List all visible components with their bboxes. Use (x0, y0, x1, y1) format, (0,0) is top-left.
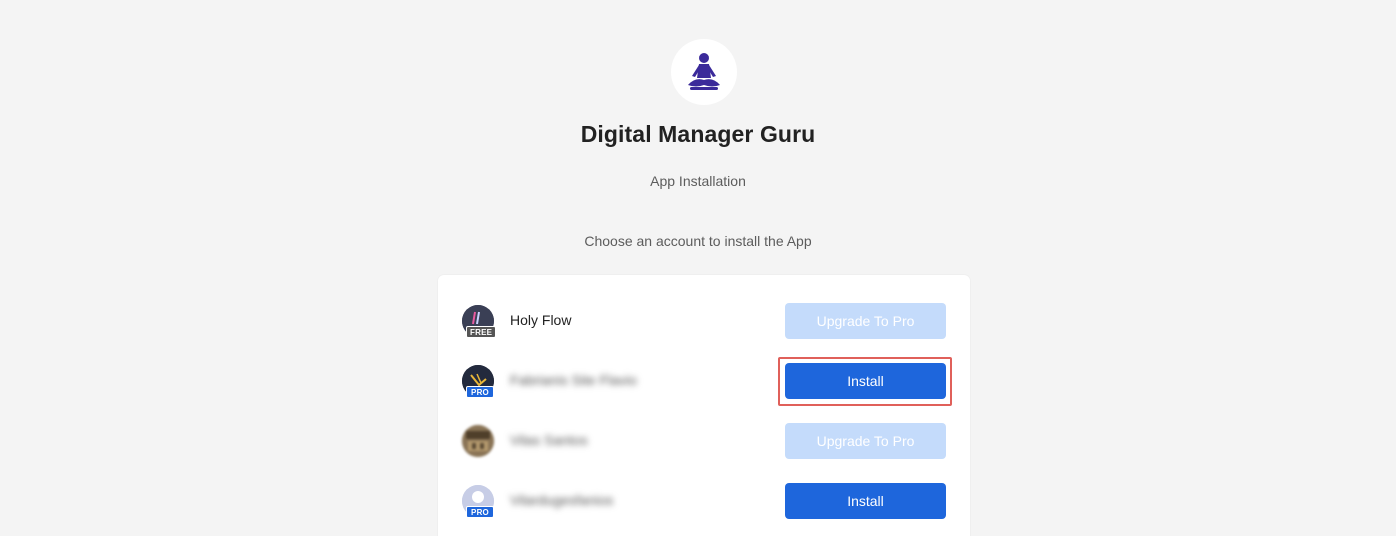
app-title: Digital Manager Guru (580, 121, 816, 147)
account-list-card: FREE Holy Flow Upgrade To Pro PRO Fabria… (438, 275, 970, 536)
plan-badge: FREE (466, 326, 497, 338)
account-name: Vilardugesfanios (510, 492, 614, 508)
account-avatar (462, 425, 494, 457)
install-button[interactable]: Install (785, 363, 946, 399)
account-row: PRO Fabrianis Site Flavio Install (438, 351, 970, 411)
meditation-figure-icon (688, 53, 720, 90)
account-row: PRO Vilardugesfanios Install (438, 471, 970, 531)
account-name: Holy Flow (510, 312, 572, 328)
upgrade-to-pro-button[interactable]: Upgrade To Pro (785, 303, 946, 339)
plan-badge: PRO (466, 386, 494, 398)
account-avatar: PRO (462, 365, 494, 398)
account-name: Vilas Santos (510, 432, 588, 448)
account-avatar: FREE (462, 305, 497, 338)
app-install-page: Digital Manager Guru App Installation Ch… (0, 0, 1396, 536)
choose-account-prompt: Choose an account to install the App (584, 233, 812, 249)
account-row: FREE Holy Flow Upgrade To Pro (438, 291, 970, 351)
account-name: Fabrianis Site Flavio (510, 372, 637, 388)
app-logo (671, 39, 737, 105)
upgrade-to-pro-button[interactable]: Upgrade To Pro (785, 423, 946, 459)
app-subtitle: App Installation (650, 173, 746, 189)
plan-badge: PRO (466, 506, 494, 518)
install-button[interactable]: Install (785, 483, 946, 519)
account-row: Vilas Santos Upgrade To Pro (438, 411, 970, 471)
account-avatar: PRO (462, 485, 494, 518)
account-photo-icon (462, 425, 494, 457)
